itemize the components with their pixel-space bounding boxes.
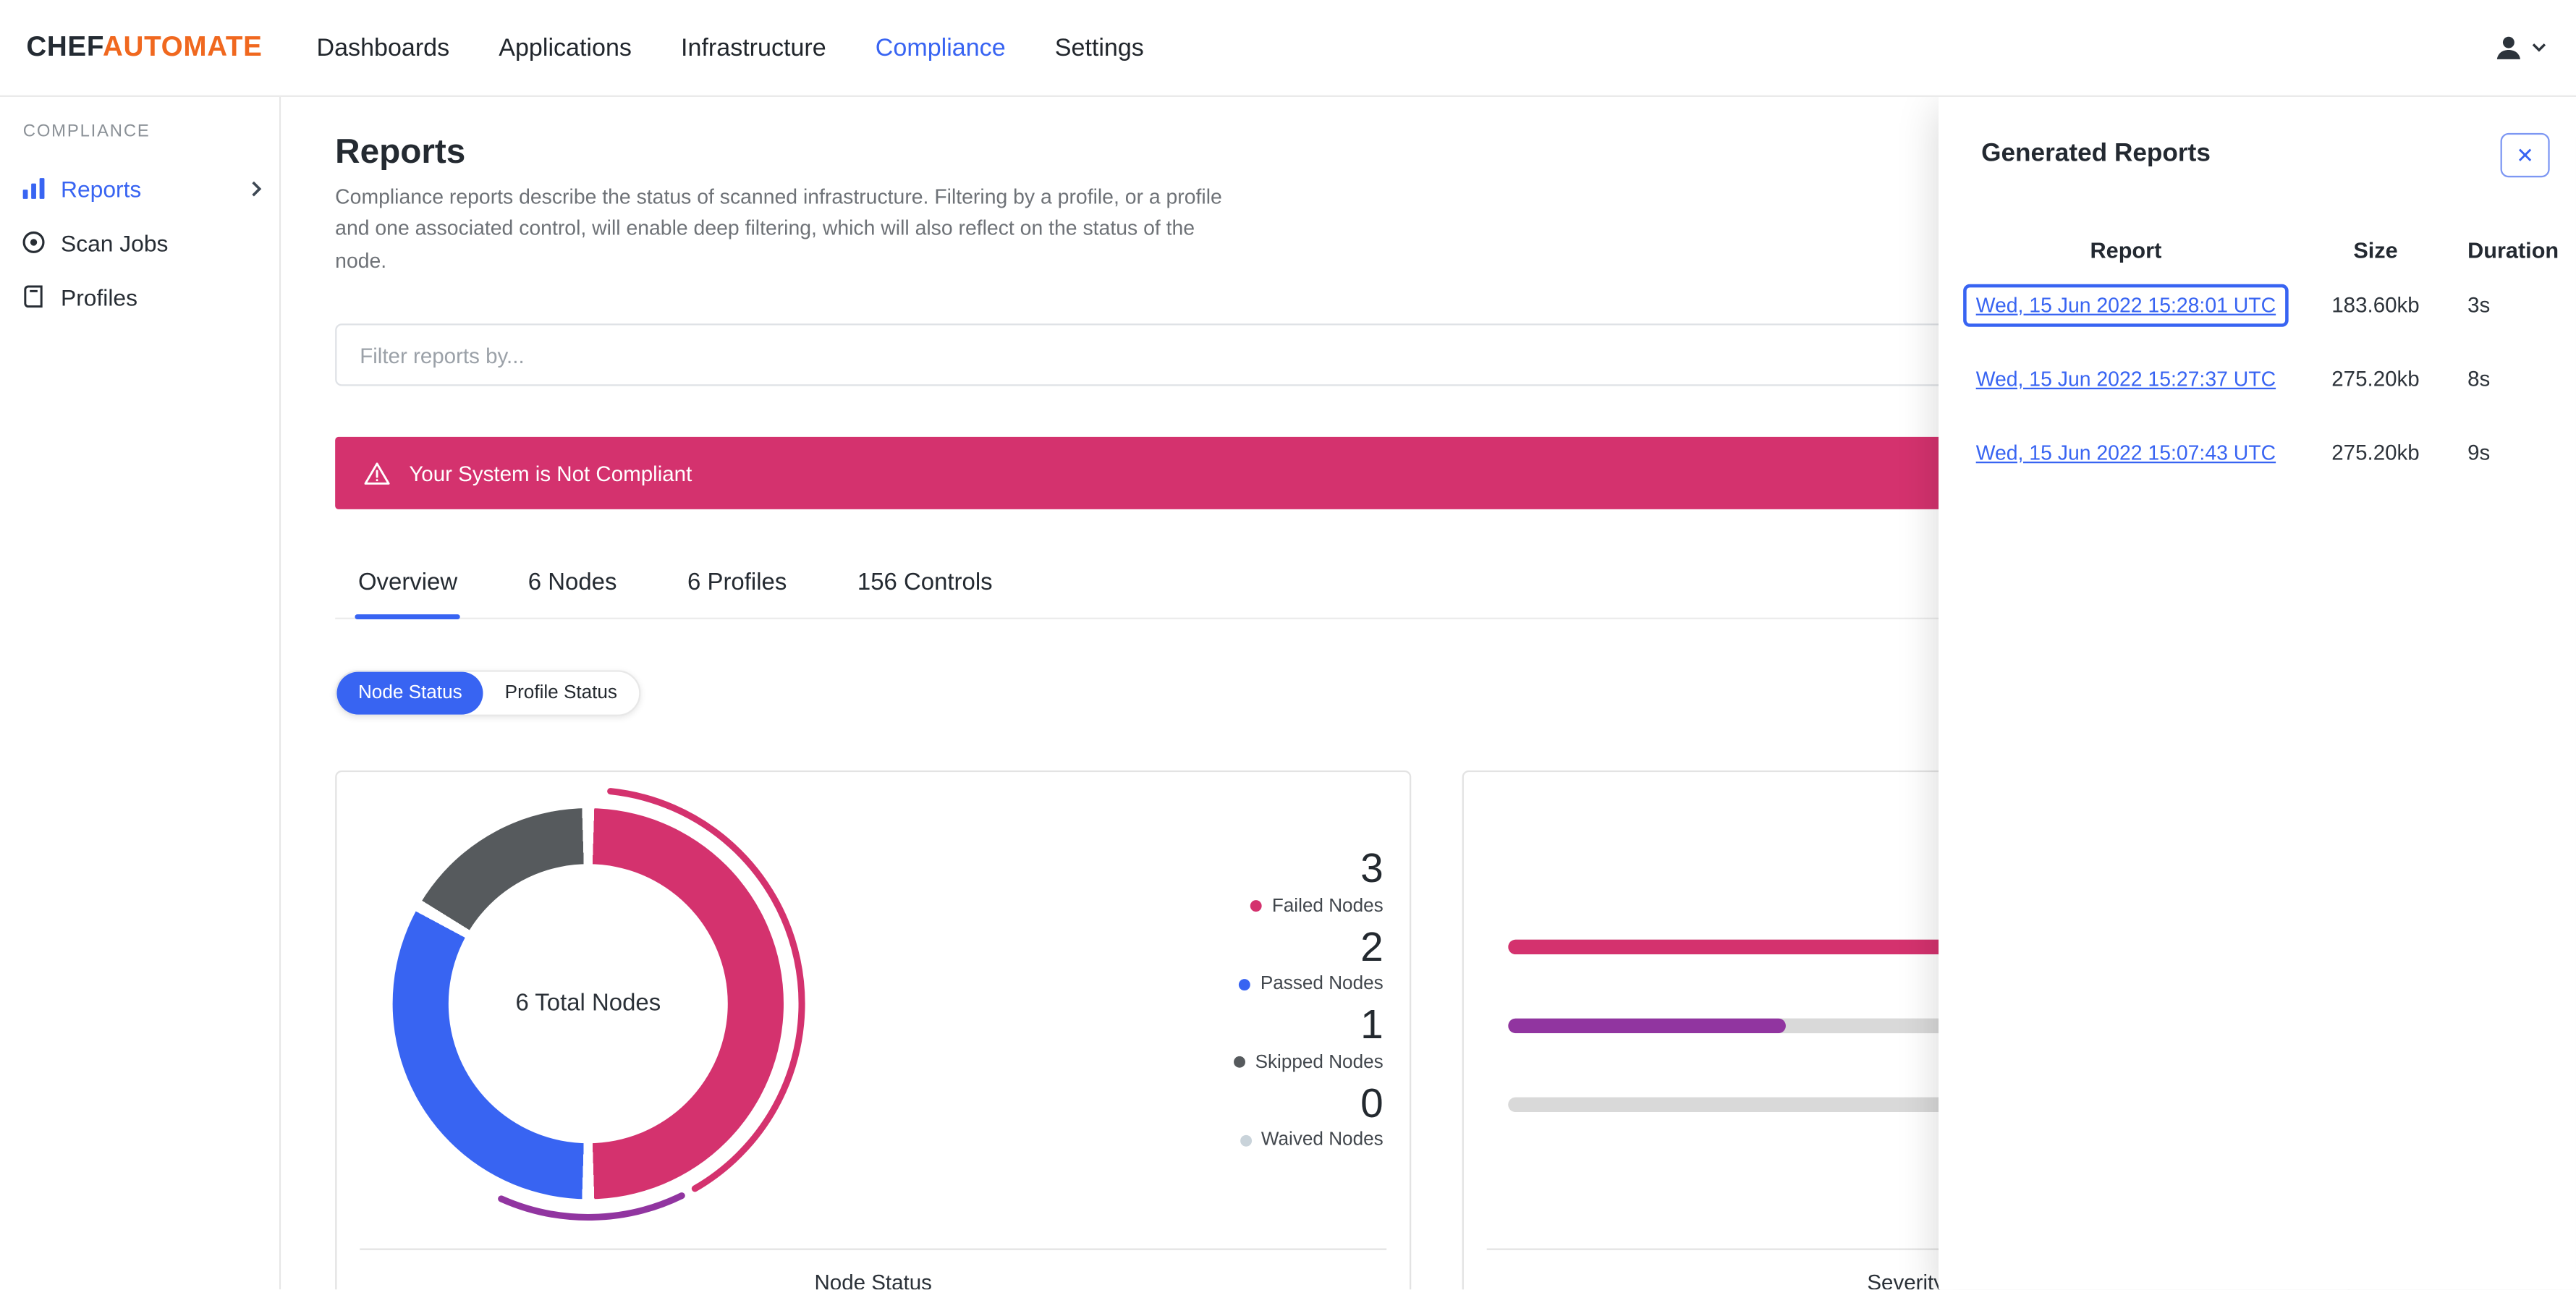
node-status-donut: 6 Total Nodes xyxy=(392,808,784,1200)
node-status-card: 6 Total Nodes 3 Failed Nodes 2 Passed No… xyxy=(335,771,1412,1290)
user-menu[interactable] xyxy=(2492,31,2549,64)
nav-dashboards[interactable]: Dashboards xyxy=(317,34,450,62)
brand-chef: CHEF xyxy=(26,31,103,63)
legend-entry-waived: 0 Waived Nodes xyxy=(1170,1080,1384,1150)
severity-bar-fill xyxy=(1508,1018,1787,1034)
node-status-caption: Node Status xyxy=(814,1270,932,1290)
tab-controls[interactable]: 156 Controls xyxy=(854,570,996,618)
waived-label: Waived Nodes xyxy=(1261,1130,1384,1150)
card-divider xyxy=(360,1248,1387,1251)
scan-target-icon xyxy=(22,230,46,255)
waived-count: 0 xyxy=(1360,1080,1384,1126)
column-header-duration: Duration xyxy=(2467,237,2559,263)
failed-legend-dot xyxy=(1250,900,1263,912)
generated-reports-table: Report Size Duration Wed, 15 Jun 2022 15… xyxy=(1939,232,2576,489)
report-link[interactable]: Wed, 15 Jun 2022 15:28:01 UTC xyxy=(1962,283,2289,326)
warning-triangle-icon xyxy=(363,459,391,488)
nav-infrastructure[interactable]: Infrastructure xyxy=(681,34,826,62)
sidebar-heading: COMPLIANCE xyxy=(22,122,151,142)
report-link[interactable]: Wed, 15 Jun 2022 15:07:43 UTC xyxy=(1976,442,2276,465)
legend-entry-failed: 3 Failed Nodes xyxy=(1170,846,1384,917)
table-row: Wed, 15 Jun 2022 15:07:43 UTC 275.20kb 9… xyxy=(1939,415,2576,489)
sidebar-item-label: Profiles xyxy=(61,283,138,310)
table-row: Wed, 15 Jun 2022 15:27:37 UTC 275.20kb 8… xyxy=(1939,341,2576,415)
page-description: Compliance reports describe the status o… xyxy=(335,185,1222,273)
chevron-right-icon[interactable] xyxy=(250,180,263,197)
compliance-sidebar: COMPLIANCE Reports Scan Jobs Profiles xyxy=(0,96,281,1290)
table-header-row: Report Size Duration xyxy=(1939,232,2576,268)
failed-label: Failed Nodes xyxy=(1271,896,1384,917)
sidebar-item-label: Scan Jobs xyxy=(61,229,169,256)
node-status-toggle[interactable]: Node Status xyxy=(336,671,484,715)
passed-count: 2 xyxy=(1360,924,1384,970)
tab-profiles[interactable]: 6 Profiles xyxy=(685,570,790,618)
report-duration: 9s xyxy=(2467,440,2491,465)
chef-automate-app: CHEFAUTOMATE Dashboards Applications Inf… xyxy=(0,0,2576,1290)
report-size: 183.60kb xyxy=(2331,292,2420,318)
tab-nodes[interactable]: 6 Nodes xyxy=(525,570,620,618)
top-navbar: CHEFAUTOMATE Dashboards Applications Inf… xyxy=(0,0,2576,97)
bar-chart-icon xyxy=(22,176,46,200)
alert-text: Your System is Not Compliant xyxy=(409,461,692,486)
donut-center-label: 6 Total Nodes xyxy=(515,990,661,1017)
sidebar-item-profiles[interactable]: Profiles xyxy=(0,269,279,323)
skipped-count: 1 xyxy=(1360,1002,1384,1048)
profile-status-toggle[interactable]: Profile Status xyxy=(483,672,638,715)
node-status-legend: 3 Failed Nodes 2 Passed Nodes 1 Skipped … xyxy=(1170,846,1384,1160)
status-toggle-group: Node Status Profile Status xyxy=(335,670,640,717)
nav-compliance[interactable]: Compliance xyxy=(876,34,1006,62)
report-link[interactable]: Wed, 15 Jun 2022 15:27:37 UTC xyxy=(1976,368,2276,391)
table-row: Wed, 15 Jun 2022 15:28:01 UTC 183.60kb 3… xyxy=(1939,268,2576,341)
passed-legend-dot xyxy=(1239,978,1251,990)
passed-label: Passed Nodes xyxy=(1260,974,1384,994)
legend-entry-passed: 2 Passed Nodes xyxy=(1170,924,1384,994)
node-status-chart: 6 Total Nodes xyxy=(392,788,805,1221)
column-header-report: Report xyxy=(2090,237,2162,263)
failed-count: 3 xyxy=(1360,846,1384,893)
report-size: 275.20kb xyxy=(2331,440,2420,465)
brand-logo[interactable]: CHEFAUTOMATE xyxy=(26,31,262,64)
report-duration: 3s xyxy=(2467,292,2491,318)
legend-entry-skipped: 1 Skipped Nodes xyxy=(1170,1003,1384,1072)
column-header-size: Size xyxy=(2353,237,2398,263)
brand-automate: AUTOMATE xyxy=(103,31,263,63)
primary-nav: Dashboards Applications Infrastructure C… xyxy=(317,34,1144,62)
sidebar-item-scan-jobs[interactable]: Scan Jobs xyxy=(0,215,279,269)
chevron-down-icon xyxy=(2532,43,2546,53)
nav-settings[interactable]: Settings xyxy=(1055,34,1144,62)
user-avatar-icon xyxy=(2492,31,2525,64)
generated-reports-panel: Generated Reports ✕ Report Size Duration… xyxy=(1939,96,2576,1290)
tab-overview[interactable]: Overview xyxy=(355,570,462,620)
sidebar-item-reports[interactable]: Reports xyxy=(0,161,279,215)
skipped-legend-dot xyxy=(1234,1056,1245,1069)
nav-applications[interactable]: Applications xyxy=(499,34,632,62)
book-icon xyxy=(22,284,46,309)
waived-legend-dot xyxy=(1240,1134,1252,1146)
panel-title: Generated Reports xyxy=(1981,139,2211,168)
report-duration: 8s xyxy=(2467,366,2491,391)
report-size: 275.20kb xyxy=(2331,366,2420,391)
skipped-label: Skipped Nodes xyxy=(1255,1052,1384,1072)
sidebar-item-label: Reports xyxy=(61,174,142,202)
close-icon[interactable]: ✕ xyxy=(2500,132,2550,178)
